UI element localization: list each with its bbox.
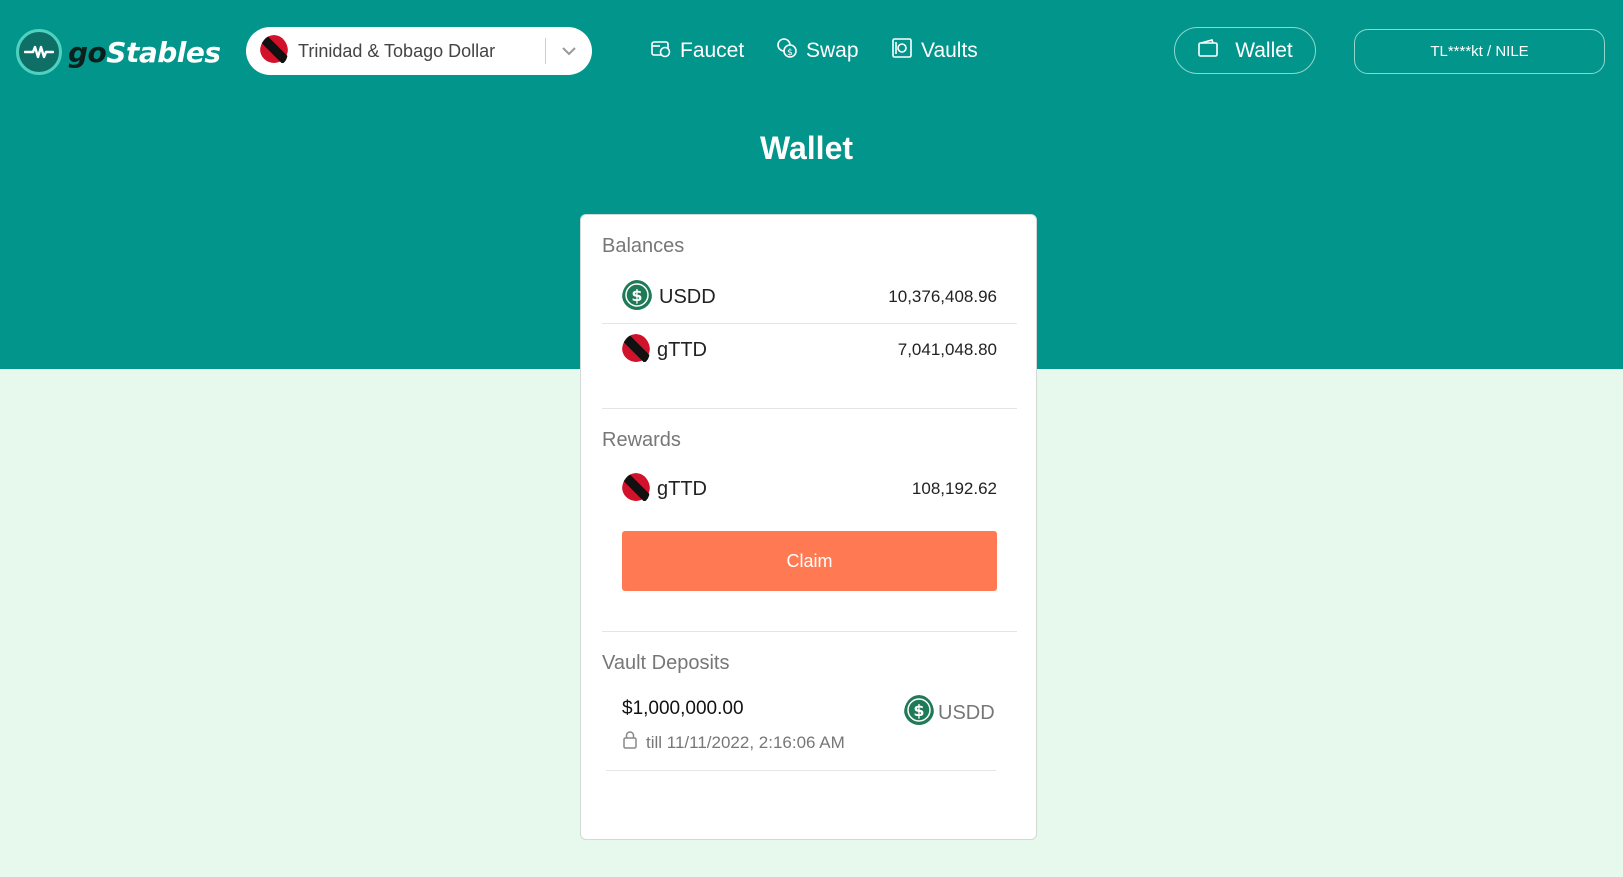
currency-select-label: Trinidad & Tobago Dollar	[298, 40, 496, 61]
lock-icon	[622, 730, 638, 755]
tt-flag-icon	[260, 34, 288, 68]
nav-swap[interactable]: $ Swap	[776, 34, 859, 68]
currency-select[interactable]: Trinidad & Tobago Dollar	[246, 27, 592, 75]
nav-faucet-label: Faucet	[680, 39, 745, 62]
token-amount: 10,376,408.96	[888, 287, 997, 306]
reward-row-gttd: gTTD 108,192.62	[622, 472, 997, 506]
wallet-icon	[1197, 38, 1219, 64]
token-name: gTTD	[657, 338, 707, 361]
divider	[606, 770, 996, 771]
tt-flag-icon	[622, 472, 650, 506]
nav-faucet[interactable]: Faucet	[650, 34, 744, 68]
faucet-icon	[650, 37, 672, 65]
wallet-button-label: Wallet	[1235, 38, 1293, 62]
deposit-amount: $1,000,000.00	[622, 698, 744, 719]
svg-text:$: $	[787, 48, 793, 58]
account-label: TL****kt / NILE	[1430, 43, 1529, 60]
token-name: gTTD	[657, 477, 707, 500]
tt-flag-icon	[622, 333, 650, 367]
token-amount: 7,041,048.80	[897, 340, 997, 359]
vault-deposits-title: Vault Deposits	[602, 652, 730, 674]
vault-icon	[891, 37, 913, 65]
logo-wordmark: goStables	[68, 35, 221, 69]
deposit-token: $ USDD	[904, 695, 995, 731]
balance-row-usdd: $ USDD 10,376,408.96	[622, 279, 997, 315]
claim-button[interactable]: Claim	[622, 531, 997, 591]
token-name: USDD	[659, 285, 716, 308]
lock-until-text: till 11/11/2022, 2:16:06 AM	[646, 732, 845, 752]
svg-text:$: $	[631, 286, 642, 305]
chevron-down-icon[interactable]	[546, 27, 592, 75]
page-title: Wallet	[759, 130, 854, 166]
token-amount: 108,192.62	[911, 479, 997, 498]
coins-swap-icon: $	[776, 37, 798, 65]
usdd-coin-icon: $	[622, 279, 652, 315]
wallet-button[interactable]: Wallet	[1174, 27, 1316, 74]
balance-row-gttd: gTTD 7,041,048.80	[622, 333, 997, 367]
nav-swap-label: Swap	[806, 39, 859, 62]
divider	[602, 408, 1017, 409]
balances-title: Balances	[602, 235, 685, 257]
deposit-lock-info: till 11/11/2022, 2:16:06 AM	[622, 730, 845, 755]
account-button[interactable]: TL****kt / NILE	[1354, 29, 1605, 74]
nav-vaults-label: Vaults	[921, 39, 978, 62]
deposit-token-name: USDD	[938, 701, 995, 724]
logo-wave-icon	[16, 29, 62, 75]
nav-vaults[interactable]: Vaults	[891, 34, 978, 68]
divider	[602, 323, 1017, 324]
gostables-logo[interactable]: goStables	[16, 29, 221, 75]
svg-text:$: $	[913, 701, 924, 720]
wallet-card: Balances $ USDD 10,376,408.96 gTTD 7,041…	[580, 214, 1037, 840]
rewards-title: Rewards	[602, 429, 681, 451]
usdd-coin-icon: $	[904, 695, 934, 731]
divider	[602, 631, 1017, 632]
